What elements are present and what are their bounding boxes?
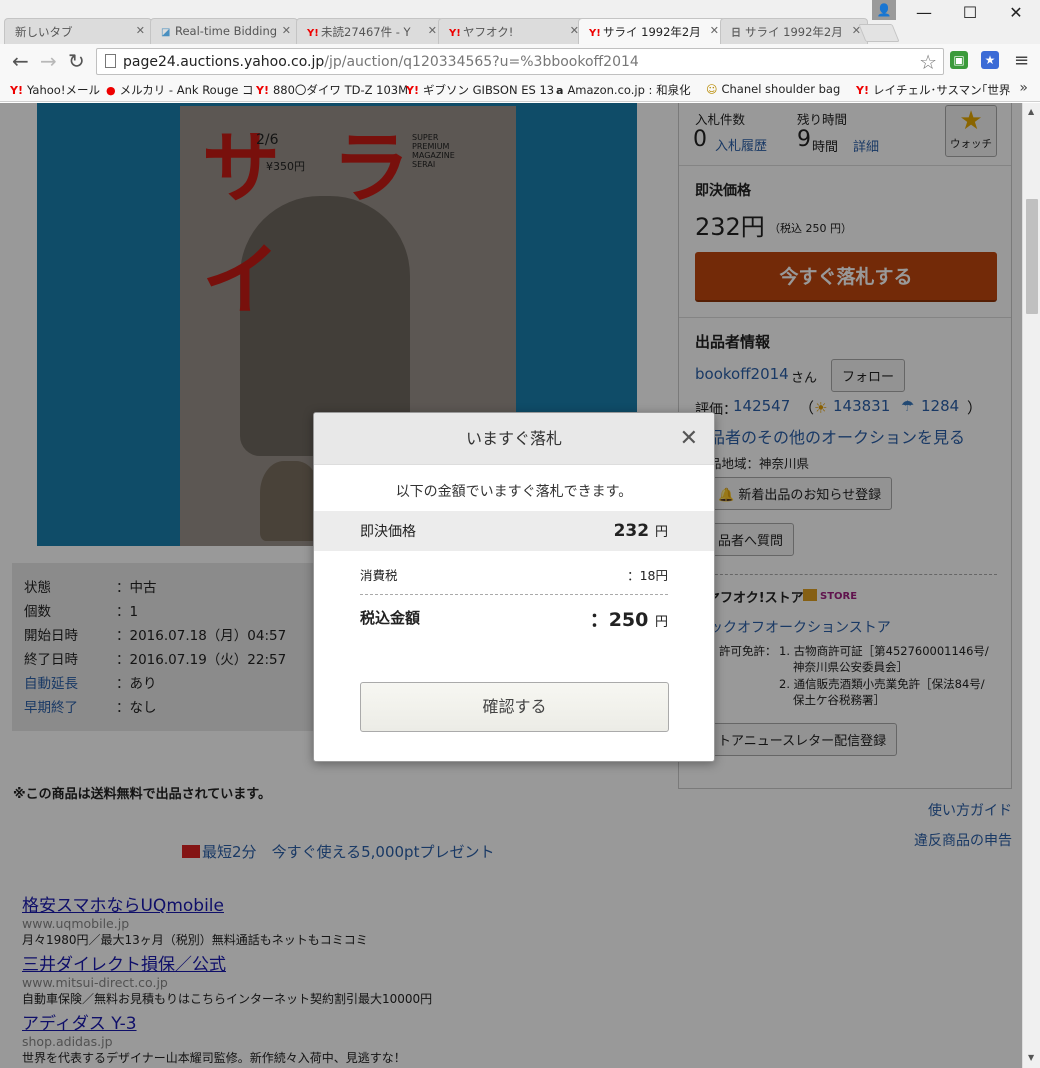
minimize-button[interactable]: — (904, 2, 944, 24)
close-window-button[interactable]: ✕ (996, 2, 1036, 24)
dialog-header: いますぐ落札 ✕ (314, 413, 714, 465)
close-tab-icon[interactable]: ✕ (710, 24, 719, 37)
amazon-icon: a (556, 84, 564, 97)
mercari-icon: ● (106, 84, 116, 97)
scrollbar[interactable]: ▲ ▼ (1022, 103, 1040, 1068)
confirm-button[interactable]: 確認する (360, 682, 669, 732)
bookmark-item[interactable]: Y! 880〇ダイワ TD-Z 103M (256, 82, 408, 98)
extension-icon[interactable]: ▣ (950, 51, 968, 69)
ad-icon: ◪ (161, 27, 171, 38)
more-bookmarks-icon[interactable]: » (1019, 80, 1028, 96)
close-tab-icon[interactable]: ✕ (282, 24, 291, 37)
dialog-message: 以下の金額でいますぐ落札できます。 (395, 484, 633, 500)
close-icon[interactable]: ✕ (680, 413, 698, 465)
bookmark-icon: 日 (731, 28, 741, 39)
total-row: 税込金額 ：250 円 (360, 609, 668, 631)
address-bar[interactable]: page24.auctions.yahoo.co.jp/jp/auction/q… (96, 48, 944, 75)
tab-rtb[interactable]: ◪ Real-time Bidding ✕ (150, 18, 298, 44)
maximize-button[interactable]: ☐ (950, 2, 990, 24)
bookmark-item[interactable]: Y! レイチェル･サスマン｢世界 (856, 82, 1010, 98)
tab-yahoo-mail[interactable]: Y! 未読27467件 - Y ✕ (296, 18, 444, 44)
yen-icon: ☺ (706, 83, 718, 96)
extension-star-icon[interactable]: ★ (981, 51, 999, 69)
page-icon (105, 54, 116, 68)
tax-row: 消費税 ：18円 (360, 551, 668, 595)
buy-now-dialog: いますぐ落札 ✕ 以下の金額でいますぐ落札できます。 即決価格 232 円 消費… (313, 412, 715, 762)
dialog-title: いますぐ落札 (465, 429, 562, 448)
tab-serai-2[interactable]: 日サライ 1992年2月 ✕ (720, 18, 868, 44)
forward-icon[interactable]: → (40, 50, 57, 72)
scroll-up-icon[interactable]: ▲ (1028, 107, 1034, 116)
tab-new[interactable]: 新しいタブ ✕ (4, 18, 152, 44)
bookmark-item[interactable]: ● メルカリ - Ank Rouge コ (106, 82, 254, 98)
browser-toolbar: ← → ↻ page24.auctions.yahoo.co.jp/jp/auc… (0, 44, 1040, 78)
reload-icon[interactable]: ↻ (68, 50, 85, 72)
tab-strip: 新しいタブ ✕ ◪ Real-time Bidding ✕ Y! 未読27467件 - … (0, 0, 1040, 44)
bookmark-item[interactable]: ☺ Chanel shoulder bag (706, 82, 840, 96)
bookmarks-bar: Y! Yahoo!メール ● メルカリ - Ank Rouge コ Y! 880〇ダイ… (0, 78, 1040, 102)
buynow-price-row: 即決価格 232 円 (314, 511, 714, 551)
yahoo-icon: Y! (589, 28, 601, 39)
bookmark-item[interactable]: Y! Yahoo!メール (10, 82, 100, 98)
tab-serai-active[interactable]: Y! サライ 1992年2月 ✕ (578, 18, 726, 44)
profile-icon[interactable]: 👤 (872, 0, 896, 20)
bookmark-item[interactable]: a Amazon.co.jp : 和泉化 (556, 82, 691, 98)
bookmark-star-icon[interactable]: ☆ (919, 50, 937, 74)
new-tab-button[interactable] (858, 24, 900, 42)
close-tab-icon[interactable]: ✕ (428, 24, 437, 37)
scroll-down-icon[interactable]: ▼ (1028, 1053, 1034, 1062)
url-text[interactable]: page24.auctions.yahoo.co.jp/jp/auction/q… (123, 54, 639, 70)
close-tab-icon[interactable]: ✕ (136, 24, 145, 37)
yahoo-icon: Y! (449, 28, 461, 39)
yahoo-icon: Y! (856, 84, 869, 97)
yahoo-icon: Y! (406, 84, 419, 97)
bookmark-item[interactable]: Y! ギブソン GIBSON ES 13 (406, 82, 554, 98)
tab-yafuoku[interactable]: Y! ヤフオク! ✕ (438, 18, 586, 44)
back-icon[interactable]: ← (12, 50, 29, 72)
menu-icon[interactable]: ≡ (1014, 50, 1029, 71)
yahoo-icon: Y! (307, 28, 319, 39)
yahoo-icon: Y! (256, 84, 269, 97)
scroll-thumb[interactable] (1026, 199, 1038, 314)
auction-page: サライ 2/6 ¥350円 SUPER PREMIUM MAGAZINE SER… (0, 103, 1022, 1068)
yahoo-icon: Y! (10, 84, 23, 97)
